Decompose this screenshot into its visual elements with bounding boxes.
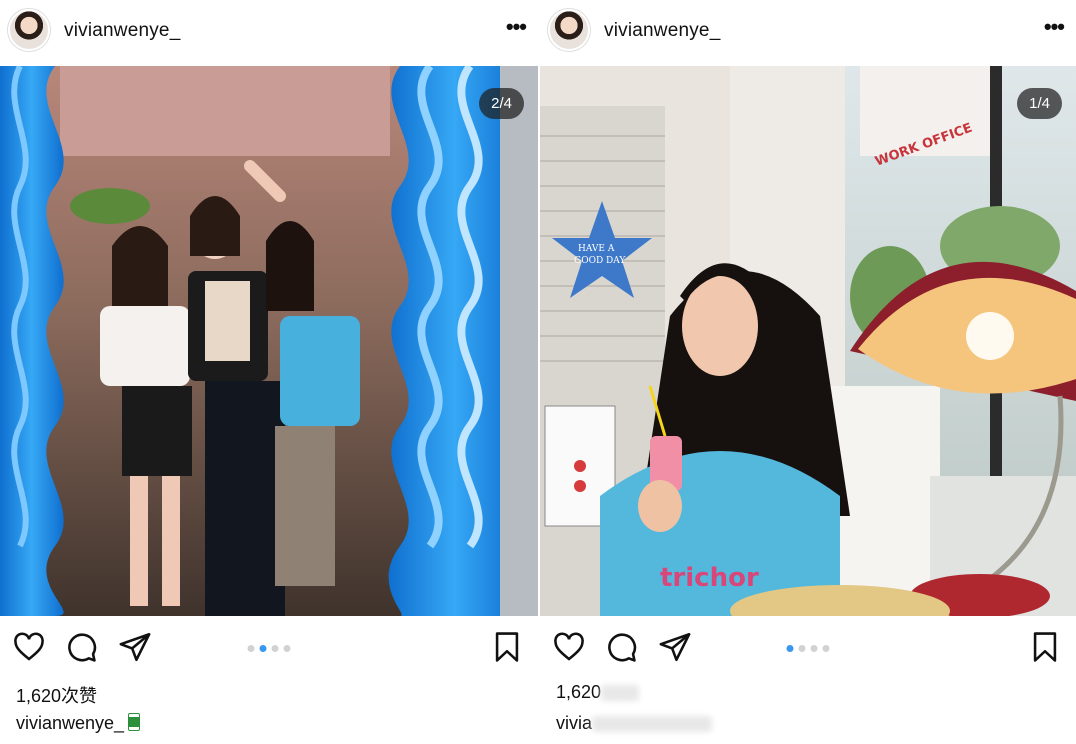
carousel-dots <box>247 645 291 652</box>
post-header: vivianwenye_ ••• <box>0 0 538 64</box>
carousel-dot <box>822 645 830 652</box>
blurred-text <box>592 716 713 733</box>
svg-text:HAVE A: HAVE A <box>578 244 615 254</box>
carousel-dot <box>283 645 291 652</box>
more-icon[interactable]: ••• <box>1044 16 1065 38</box>
caption: vivia <box>556 713 713 734</box>
svg-text:GOOD DAY: GOOD DAY <box>574 256 626 266</box>
like-count[interactable]: 1,620次赞 <box>16 682 97 708</box>
carousel-dot <box>247 645 255 652</box>
carousel-dots <box>786 645 830 652</box>
carousel-dot-active <box>259 645 267 652</box>
heart-icon[interactable] <box>552 630 588 666</box>
username[interactable]: vivianwenye_ <box>604 20 720 42</box>
blurred-text <box>601 685 640 702</box>
photo-group-mirror <box>0 66 538 616</box>
action-bar <box>0 630 538 670</box>
bookmark-icon[interactable] <box>1028 630 1064 666</box>
avatar[interactable] <box>548 9 590 51</box>
photo-girl-cafe: HAVE A GOOD DAY WORK OFFICE trichor <box>540 66 1076 616</box>
comment-icon[interactable] <box>64 630 100 666</box>
caption: vivianwenye_ <box>16 713 141 734</box>
like-count[interactable]: 1,620 <box>556 682 640 703</box>
post-photo[interactable]: 2/4 <box>0 66 538 616</box>
carousel-dot <box>798 645 806 652</box>
carousel-dot <box>810 645 818 652</box>
post-header: vivianwenye_ ••• <box>540 0 1076 64</box>
share-icon[interactable] <box>658 630 694 666</box>
post-photo[interactable]: HAVE A GOOD DAY WORK OFFICE trichor 1/4 <box>540 66 1076 616</box>
slide-counter: 1/4 <box>1017 88 1062 119</box>
post-right: vivianwenye_ ••• HAVE A GOOD DAY WORK OF… <box>540 0 1076 744</box>
post-left: vivianwenye_ ••• 2/4 1,620次赞 vivianwenye… <box>0 0 538 744</box>
like-count-number: 1,620 <box>556 682 602 702</box>
more-icon[interactable]: ••• <box>506 16 527 38</box>
caption-username[interactable]: vivia <box>556 713 592 733</box>
svg-text:trichor: trichor <box>660 563 759 593</box>
slide-counter: 2/4 <box>479 88 524 119</box>
avatar[interactable] <box>8 9 50 51</box>
emoji-icon <box>128 713 141 731</box>
share-icon[interactable] <box>118 630 154 666</box>
heart-icon[interactable] <box>12 630 48 666</box>
comment-icon[interactable] <box>604 630 640 666</box>
username[interactable]: vivianwenye_ <box>64 20 180 42</box>
action-bar <box>540 630 1076 670</box>
caption-username[interactable]: vivianwenye_ <box>16 713 124 733</box>
carousel-dot <box>271 645 279 652</box>
bookmark-icon[interactable] <box>490 630 526 666</box>
carousel-dot-active <box>786 645 794 652</box>
